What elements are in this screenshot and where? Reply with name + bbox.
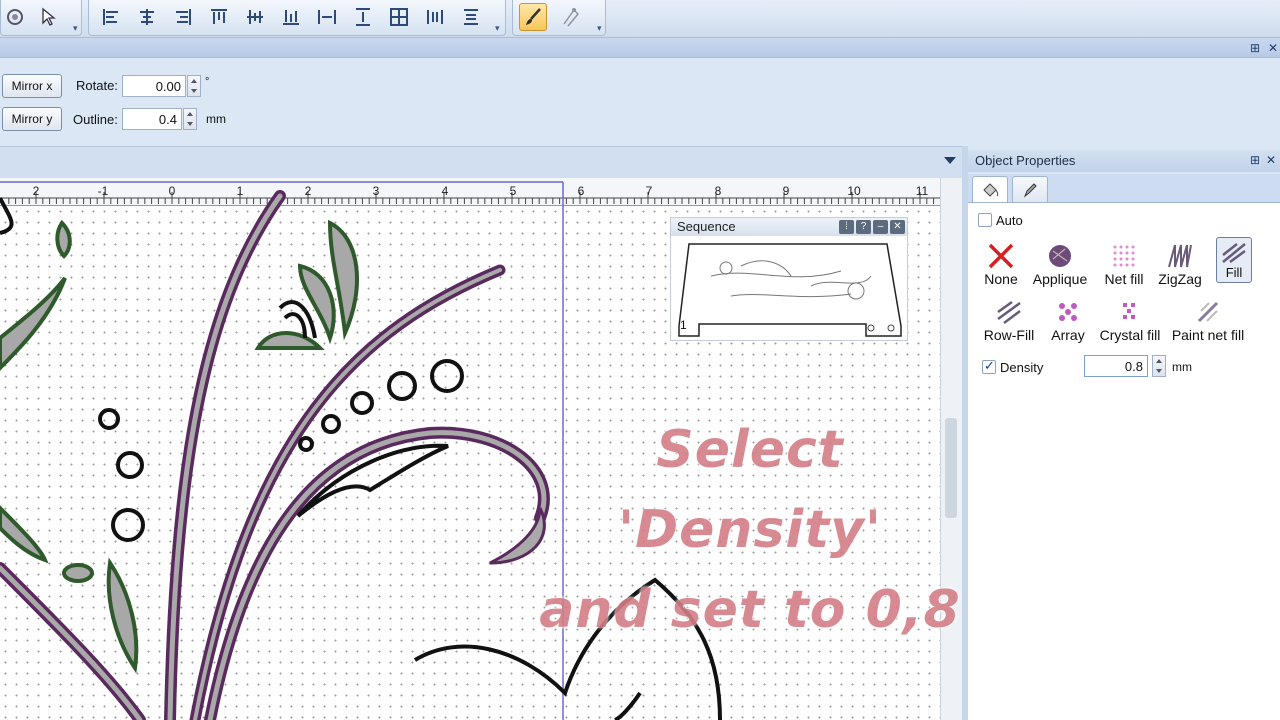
document-menu-icon[interactable] xyxy=(944,157,956,164)
fill-option-label: ZigZag xyxy=(1158,271,1202,287)
fill-option-zigzag[interactable]: ZigZag xyxy=(1150,239,1210,291)
auto-label: Auto xyxy=(996,213,1023,228)
distribute-horizontal-icon[interactable] xyxy=(313,3,341,31)
space-vertical-icon[interactable] xyxy=(457,3,485,31)
density-input[interactable]: 0.8 xyxy=(1084,355,1148,377)
fill-option-paint-net-fill[interactable]: Paint net fill xyxy=(1168,295,1248,347)
node-edit-icon[interactable] xyxy=(557,3,585,31)
select-tool-icon[interactable] xyxy=(35,3,63,31)
fill-option-label: Crystal fill xyxy=(1099,327,1161,343)
sequence-grid-icon[interactable]: ⁞ xyxy=(839,220,854,234)
object-properties-pane: Object Properties ⊞ ✕ Auto None Applique… xyxy=(962,146,1280,720)
rotate-input[interactable]: 0.00 xyxy=(122,75,186,97)
fill-option-label: Fill xyxy=(1225,264,1243,280)
align-right-icon[interactable] xyxy=(169,3,197,31)
toolbar-grip[interactable]: ▾ xyxy=(597,23,605,33)
align-center-icon[interactable] xyxy=(133,3,161,31)
toolbar-group-tools: ▾ xyxy=(0,0,82,36)
net-fill-icon xyxy=(1113,245,1135,267)
close-icon[interactable]: ✕ xyxy=(1266,153,1276,167)
density-label: Density xyxy=(1000,360,1044,375)
sequence-title-bar: Sequence ⁞ ? – ✕ xyxy=(671,218,907,236)
rotate-unit: ° xyxy=(205,76,210,88)
tab-outline[interactable] xyxy=(1012,176,1048,202)
tool-icon[interactable] xyxy=(1,3,29,31)
brush-icon[interactable] xyxy=(519,3,547,31)
tutorial-annotation: Select 'Density' and set to 0,8 xyxy=(520,410,980,650)
applique-icon xyxy=(1049,245,1071,267)
density-checkbox[interactable] xyxy=(982,358,996,374)
crystal-fill-icon xyxy=(1123,303,1135,319)
paint-bucket-icon xyxy=(983,182,999,197)
fill-icon xyxy=(1222,242,1246,263)
object-properties-title: Object Properties xyxy=(975,153,1076,168)
array-icon xyxy=(1059,303,1077,321)
grid-icon[interactable] xyxy=(385,3,413,31)
fill-option-label: Net fill xyxy=(1104,271,1144,287)
space-horizontal-icon[interactable] xyxy=(421,3,449,31)
align-middle-icon[interactable] xyxy=(241,3,269,31)
fill-option-crystal-fill[interactable]: Crystal fill xyxy=(1094,295,1166,347)
outline-input[interactable]: 0.4 xyxy=(122,108,182,130)
main-toolbar: ▾ ▾ ▾ xyxy=(0,0,1280,38)
object-properties-title-bar: Object Properties ⊞ ✕ xyxy=(968,150,1280,172)
fill-option-label: None xyxy=(984,271,1018,287)
sequence-title: Sequence xyxy=(677,219,736,234)
fill-option-applique[interactable]: Applique xyxy=(1030,239,1090,291)
annotation-line-1: Select 'Density' xyxy=(618,420,882,560)
outline-spinner[interactable] xyxy=(183,108,197,130)
pen-icon xyxy=(1023,182,1037,197)
object-properties-body: Auto None Applique Net fill ZigZag Fill … xyxy=(968,202,1280,720)
row-fill-icon xyxy=(997,300,1021,324)
stem-group xyxy=(0,190,550,720)
sequence-minimize-icon[interactable]: – xyxy=(873,220,888,234)
annotation-line-2: and set to 0,8 xyxy=(539,580,961,640)
property-bar: ⊞ ✕ Mirror x Rotate: 0.00 ° Mirror y Out… xyxy=(0,38,1280,146)
toolbar-grip[interactable]: ▾ xyxy=(73,23,81,33)
pin-icon[interactable]: ⊞ xyxy=(1250,153,1260,167)
close-icon[interactable]: ✕ xyxy=(1268,41,1278,55)
sequence-close-icon[interactable]: ✕ xyxy=(890,220,905,234)
density-unit: mm xyxy=(1172,360,1192,374)
zigzag-icon xyxy=(1168,244,1192,268)
document-tab-strip xyxy=(0,146,962,178)
align-bottom-icon[interactable] xyxy=(277,3,305,31)
fill-option-array[interactable]: Array xyxy=(1038,295,1098,347)
toolbar-group-align: ▾ xyxy=(88,0,506,36)
fill-option-fill[interactable]: Fill xyxy=(1204,237,1264,291)
fill-option-label: Paint net fill xyxy=(1171,327,1245,343)
fill-option-row-fill[interactable]: Row-Fill xyxy=(976,295,1042,347)
fill-option-net-fill[interactable]: Net fill xyxy=(1094,239,1154,291)
rotate-spinner[interactable] xyxy=(187,75,201,97)
sequence-item-number: 1 xyxy=(680,318,687,332)
property-bar-header: ⊞ ✕ xyxy=(0,38,1280,58)
fill-option-label: Applique xyxy=(1032,271,1088,287)
align-top-icon[interactable] xyxy=(205,3,233,31)
mirror-y-button[interactable]: Mirror y xyxy=(2,107,62,131)
rotate-label: Rotate: xyxy=(76,78,118,93)
fill-option-none[interactable]: None xyxy=(971,239,1031,291)
auto-checkbox[interactable] xyxy=(978,213,992,227)
toolbar-group-draw: ▾ xyxy=(512,0,606,36)
paint-net-fill-icon xyxy=(1197,301,1219,323)
object-properties-tabs xyxy=(968,174,1280,202)
sequence-panel[interactable]: Sequence ⁞ ? – ✕ 1 xyxy=(670,217,908,341)
sequence-thumbnail[interactable] xyxy=(671,236,907,340)
fill-option-label: Array xyxy=(1051,327,1085,343)
tab-fill[interactable] xyxy=(972,176,1008,202)
mirror-x-button[interactable]: Mirror x xyxy=(2,74,62,98)
outline-label: Outline: xyxy=(73,112,118,127)
density-spinner[interactable] xyxy=(1152,355,1166,377)
pin-icon[interactable]: ⊞ xyxy=(1250,41,1260,55)
sequence-help-icon[interactable]: ? xyxy=(856,220,871,234)
toolbar-grip[interactable]: ▾ xyxy=(495,23,503,33)
distribute-vertical-icon[interactable] xyxy=(349,3,377,31)
none-icon xyxy=(988,243,1014,269)
outline-unit: mm xyxy=(206,112,226,126)
fill-option-label: Row-Fill xyxy=(983,327,1035,343)
align-left-icon[interactable] xyxy=(97,3,125,31)
